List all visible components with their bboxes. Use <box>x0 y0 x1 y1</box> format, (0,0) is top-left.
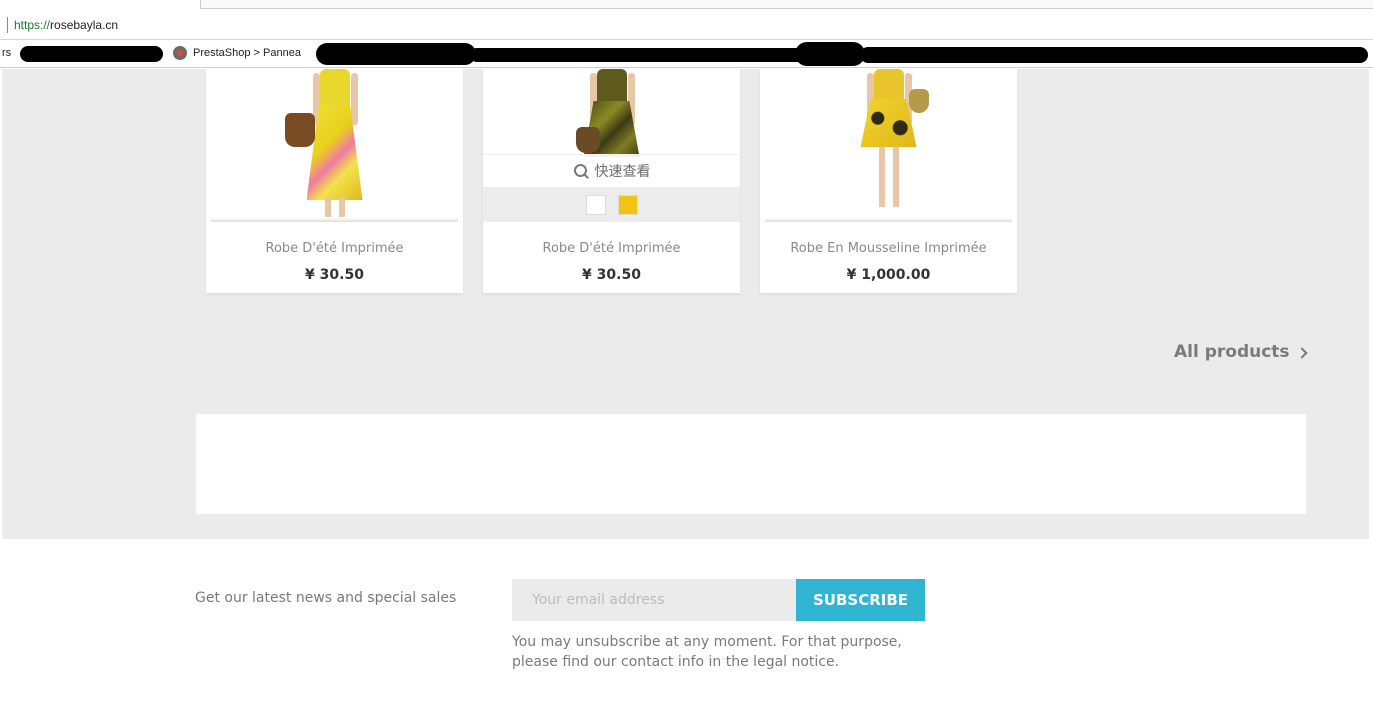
product-name[interactable]: Robe D'été Imprimée <box>483 241 740 256</box>
prestashop-icon <box>173 46 187 60</box>
product-card[interactable]: Robe D'été Imprimée ¥ 30.50 <box>206 69 463 293</box>
figure-leg <box>324 197 331 217</box>
product-price: ¥ 30.50 <box>305 267 364 283</box>
newsletter-note: You may unsubscribe at any moment. For t… <box>512 634 902 670</box>
figure-bag <box>908 89 929 113</box>
content-block <box>196 414 1306 514</box>
product-image[interactable]: 快速查看 <box>483 69 740 222</box>
address-bar[interactable]: https://rosebayla.cn <box>0 12 1373 40</box>
color-swatch-white[interactable] <box>585 194 606 215</box>
image-shadow <box>765 218 1012 222</box>
product-card[interactable]: Robe En Mousseline Imprimée ¥ 1,000.00 <box>760 69 1017 293</box>
product-price: ¥ 30.50 <box>582 267 641 283</box>
product-name[interactable]: Robe D'été Imprimée <box>206 241 463 256</box>
figure-leg <box>878 147 885 207</box>
quick-view-label: 快速查看 <box>594 164 651 180</box>
dress-image <box>275 69 395 222</box>
all-products-link[interactable]: All products <box>1174 342 1308 362</box>
product-name[interactable]: Robe En Mousseline Imprimée <box>760 241 1017 256</box>
figure-torso <box>319 69 350 109</box>
color-swatch-yellow[interactable] <box>617 194 638 215</box>
product-price: ¥ 1,000.00 <box>846 267 931 283</box>
product-card[interactable]: 快速查看 Robe D'été Imprimée ¥ 30.50 <box>483 69 740 293</box>
redaction-mark <box>20 46 163 62</box>
bookmark-fragment[interactable]: rs <box>2 47 11 59</box>
newsletter-label: Get our latest news and special sales <box>195 590 457 606</box>
all-products-label: All products <box>1174 342 1290 362</box>
bookmark-prestashop[interactable]: PrestaShop > Pannea <box>173 46 301 60</box>
figure-leg <box>892 147 899 207</box>
url-host: rosebayla.cn <box>50 18 119 32</box>
window-top-strip <box>200 0 1373 9</box>
figure-bag <box>575 127 600 153</box>
address-url[interactable]: https://rosebayla.cn <box>14 18 118 32</box>
subscribe-button[interactable]: SUBSCRIBE <box>796 579 925 621</box>
dress-image <box>829 69 949 222</box>
products-section: Robe D'été Imprimée ¥ 30.50 快速查看 Robe D'… <box>2 69 1369 539</box>
redaction-mark <box>316 43 476 65</box>
redaction-mark <box>860 47 1368 63</box>
bookmark-label: PrestaShop > Pannea <box>193 47 301 59</box>
redaction-mark <box>795 42 865 66</box>
product-image[interactable] <box>206 69 463 222</box>
chevron-right-icon <box>1295 346 1308 359</box>
redaction-mark <box>470 48 810 62</box>
quick-view-button[interactable]: 快速查看 <box>483 154 740 187</box>
url-scheme: https:// <box>14 18 51 32</box>
email-input[interactable] <box>512 579 796 621</box>
product-image[interactable] <box>760 69 1017 222</box>
color-swatches <box>483 187 740 222</box>
figure-bag <box>284 113 315 147</box>
figure-leg <box>338 197 345 217</box>
search-icon <box>573 163 589 179</box>
text-cursor <box>7 17 8 33</box>
image-shadow <box>211 218 458 222</box>
bookmarks-bar: rs PrestaShop > Pannea <box>0 40 1373 68</box>
